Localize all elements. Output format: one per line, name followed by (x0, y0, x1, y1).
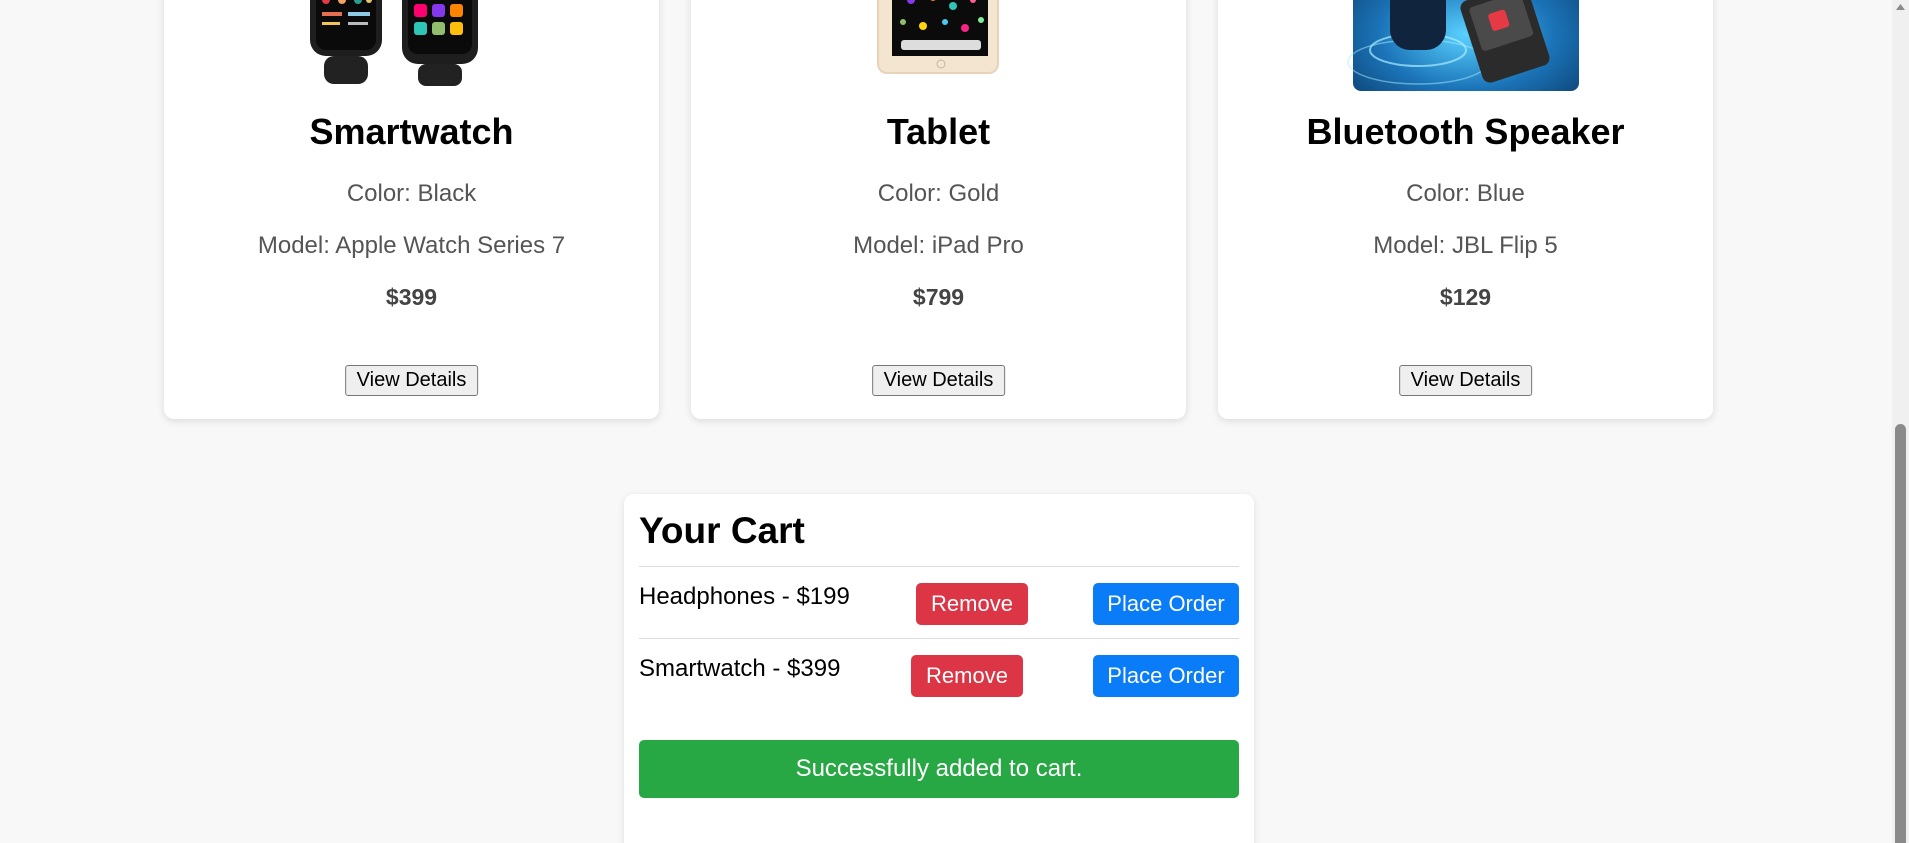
remove-button[interactable]: Remove (911, 655, 1023, 697)
view-details-button[interactable]: View Details (1398, 365, 1533, 396)
cart-item-text: Smartwatch - $399 (639, 655, 841, 682)
scrollbar-thumb[interactable] (1895, 424, 1906, 843)
product-color: Color: Gold (877, 180, 1000, 207)
smartwatch-image (164, 0, 659, 121)
product-card-bluetooth-speaker: Bluetooth Speaker Color: Blue Model: JBL… (1218, 0, 1713, 419)
product-model: Model: Apple Watch Series 7 (257, 232, 566, 259)
product-title: Smartwatch (309, 111, 514, 152)
product-price: $399 (385, 284, 438, 310)
cart-item-row: Smartwatch - $399 Remove Place Order (639, 638, 1239, 710)
cart-item-row: Headphones - $199 Remove Place Order (639, 566, 1239, 638)
speaker-image (1218, 0, 1713, 121)
view-details-button[interactable]: View Details (344, 365, 479, 396)
product-price: $799 (912, 284, 965, 310)
success-message: Successfully added to cart. (639, 740, 1239, 798)
product-card-tablet: Tablet Color: Gold Model: iPad Pro $799 … (691, 0, 1186, 419)
product-title: Tablet (886, 111, 991, 152)
product-color: Color: Black (346, 180, 477, 207)
remove-button[interactable]: Remove (916, 583, 1028, 625)
scroll-up-arrow-icon[interactable] (1895, 0, 1906, 12)
cart-item-text: Headphones - $199 (639, 583, 850, 610)
tablet-image (691, 0, 1186, 121)
product-model: Model: iPad Pro (853, 232, 1024, 259)
product-card-smartwatch: Smartwatch Color: Black Model: Apple Wat… (164, 0, 659, 419)
place-order-button[interactable]: Place Order (1093, 655, 1239, 697)
cart-panel: Your Cart Headphones - $199 Remove Place… (624, 494, 1254, 843)
cart-title: Your Cart (639, 510, 805, 551)
product-price: $129 (1439, 284, 1492, 310)
product-title: Bluetooth Speaker (1306, 111, 1625, 152)
product-model: Model: JBL Flip 5 (1373, 232, 1558, 259)
place-order-button[interactable]: Place Order (1093, 583, 1239, 625)
page-viewport: Smartwatch Color: Black Model: Apple Wat… (0, 0, 1909, 843)
view-details-button[interactable]: View Details (871, 365, 1006, 396)
product-color: Color: Blue (1406, 180, 1525, 207)
vertical-scrollbar[interactable] (1892, 0, 1909, 843)
